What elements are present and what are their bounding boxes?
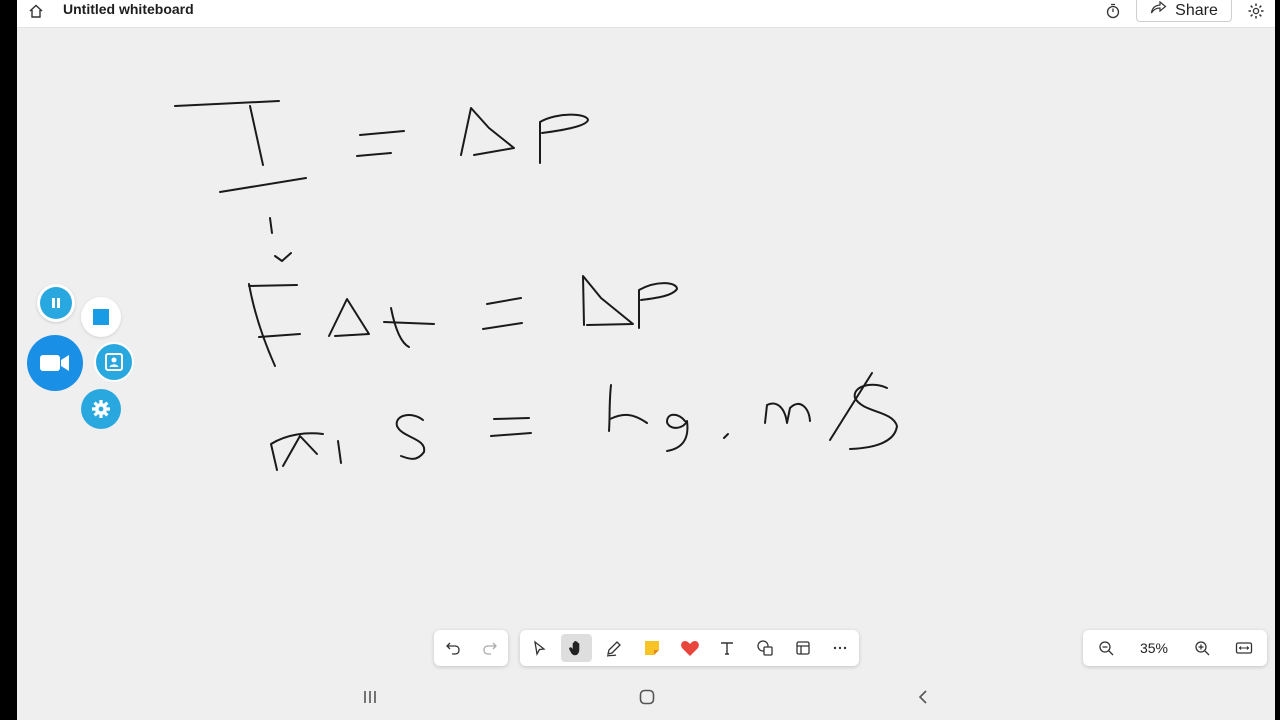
system-nav-bar: [17, 674, 1275, 720]
sticky-note-tool[interactable]: [636, 634, 668, 662]
home-icon[interactable]: [23, 0, 49, 22]
redo-icon: [482, 642, 497, 655]
text-icon: [721, 642, 734, 655]
portrait-icon: [105, 353, 123, 371]
settings-button[interactable]: [81, 389, 121, 429]
zoom-out-button[interactable]: [1090, 634, 1122, 662]
pause-button[interactable]: [37, 284, 75, 322]
zoom-level[interactable]: 35%: [1129, 640, 1179, 656]
camera-icon: [40, 355, 69, 371]
portrait-button[interactable]: [94, 342, 134, 382]
heart-icon: [680, 641, 699, 656]
more-button[interactable]: [824, 634, 856, 662]
home-nav-button[interactable]: [627, 684, 667, 710]
undo-button[interactable]: [437, 634, 468, 662]
pen-icon: [606, 641, 622, 657]
pointer-icon: [533, 640, 546, 656]
hand-tool[interactable]: [560, 634, 593, 662]
sticky-note-icon: [644, 641, 659, 655]
timer-icon[interactable]: [1100, 0, 1126, 22]
redo-button[interactable]: [474, 634, 505, 662]
zoom-out-icon: [1099, 641, 1114, 656]
camera-button[interactable]: [27, 335, 83, 391]
settings-icon[interactable]: [1243, 0, 1269, 22]
whiteboard-canvas[interactable]: [17, 28, 1275, 674]
fit-to-screen-button[interactable]: [1228, 634, 1260, 662]
hand-icon: [568, 640, 579, 656]
zoom-in-button[interactable]: [1186, 634, 1218, 662]
back-button[interactable]: [903, 684, 943, 710]
template-icon: [795, 641, 810, 655]
gear-icon: [92, 400, 110, 418]
reactions-tool[interactable]: [674, 634, 706, 662]
whiteboard-window: Untitled whiteboard Share 35%: [17, 0, 1275, 720]
share-label: Share: [1175, 1, 1218, 19]
undo-icon: [445, 642, 460, 655]
share-icon: [1150, 0, 1167, 21]
top-bar: Untitled whiteboard Share: [17, 0, 1275, 28]
history-toolbar: [434, 630, 508, 666]
stop-icon: [93, 309, 109, 325]
text-tool[interactable]: [711, 634, 743, 662]
pause-icon: [40, 287, 72, 319]
shapes-icon: [757, 640, 773, 656]
shapes-tool[interactable]: [749, 634, 781, 662]
recent-apps-button[interactable]: [350, 684, 390, 710]
home-nav-icon: [639, 689, 655, 705]
tools-toolbar: [520, 630, 859, 666]
pen-tool[interactable]: [598, 634, 630, 662]
zoom-in-icon: [1195, 641, 1210, 656]
recent-apps-icon: [364, 691, 376, 703]
share-button[interactable]: Share: [1136, 0, 1232, 22]
select-tool[interactable]: [523, 634, 555, 662]
more-icon: [834, 646, 847, 650]
zoom-toolbar: 35%: [1083, 630, 1267, 666]
page-title[interactable]: Untitled whiteboard: [63, 0, 194, 20]
handwriting-ink: [174, 100, 898, 471]
back-icon: [918, 690, 927, 704]
fit-screen-icon: [1235, 642, 1253, 654]
templates-tool[interactable]: [787, 634, 819, 662]
stop-button[interactable]: [81, 297, 121, 337]
